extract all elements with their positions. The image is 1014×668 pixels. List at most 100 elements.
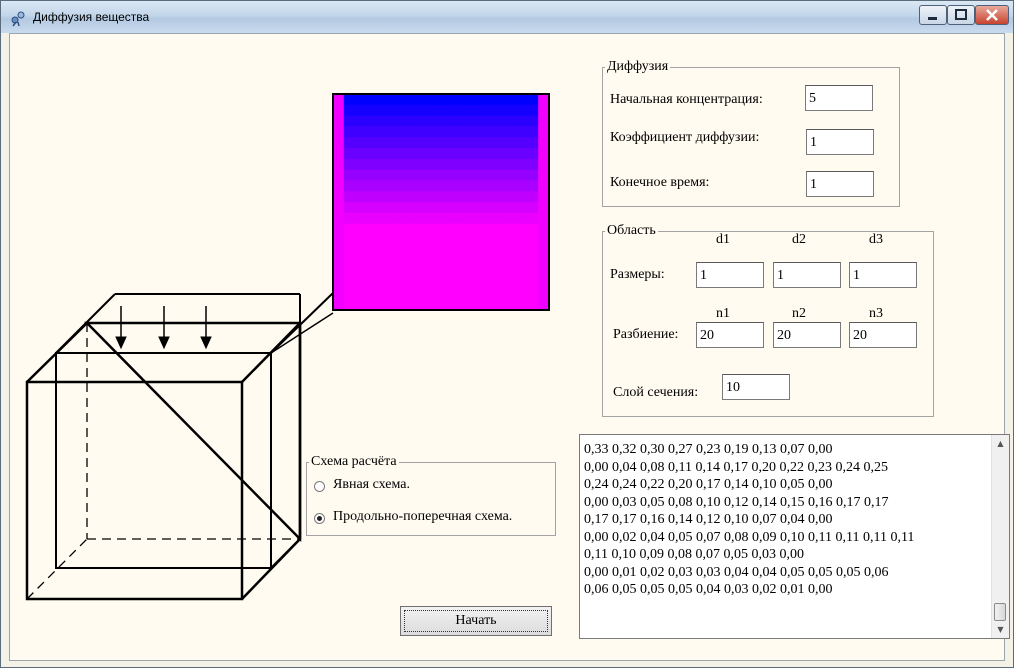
minimize-button[interactable]: [919, 5, 947, 25]
size-d3-input[interactable]: 1: [849, 262, 917, 288]
explicit-scheme-label[interactable]: Явная схема.: [333, 477, 410, 493]
heatmap-cell: [333, 148, 345, 160]
partition-n1-input[interactable]: 20: [696, 322, 764, 348]
diffusion-coefficient-input[interactable]: 1: [806, 129, 874, 155]
results-scrollbar[interactable]: ▲ ▼: [991, 435, 1009, 638]
heatmap-cell: [451, 180, 464, 192]
heatmap-cell: [505, 288, 518, 300]
heatmap-cell: [473, 94, 485, 106]
title-bar[interactable]: Диффузия вещества: [1, 1, 1013, 33]
heatmap-cell: [516, 288, 528, 300]
close-button[interactable]: [975, 5, 1009, 25]
heatmap-cell: [505, 137, 518, 149]
heatmap-cell: [354, 202, 366, 214]
partition-n2-input[interactable]: 20: [773, 322, 841, 348]
heatmap-cell: [473, 148, 485, 160]
heatmap-cell: [462, 245, 474, 257]
heatmap-cell: [365, 115, 377, 127]
window-title: Диффузия вещества: [33, 10, 150, 24]
heatmap-cell: [462, 191, 474, 203]
heatmap-cell: [538, 169, 550, 181]
scroll-up-icon[interactable]: ▲: [992, 435, 1009, 452]
heatmap-cell: [441, 158, 453, 171]
heatmap-cell: [397, 266, 410, 279]
heatmap-cell: [397, 169, 410, 181]
heatmap-cell: [343, 212, 356, 225]
heatmap-cell: [473, 277, 485, 289]
size-d2-input[interactable]: 1: [773, 262, 841, 288]
heatmap-cell: [473, 223, 485, 235]
scroll-thumb[interactable]: [994, 603, 1006, 621]
heatmap-cell: [538, 180, 550, 192]
heatmap-cell: [408, 202, 420, 214]
heatmap-cell: [451, 266, 464, 279]
heatmap-cell: [376, 169, 388, 181]
heatmap-cell: [505, 266, 518, 279]
heatmap-cell: [365, 212, 377, 225]
heatmap-cell: [333, 180, 345, 192]
heatmap-cell: [397, 104, 410, 117]
heatmap-cell: [354, 137, 366, 149]
size-d1-input[interactable]: 1: [696, 262, 764, 288]
adi-scheme-radio[interactable]: [314, 513, 325, 524]
heatmap-cell: [397, 245, 410, 257]
heatmap-cell: [441, 137, 453, 149]
heatmap-cell: [387, 180, 399, 192]
heatmap-cell: [516, 158, 528, 171]
heatmap-cell: [484, 137, 496, 149]
heatmap-cell: [441, 126, 453, 138]
initial-concentration-input[interactable]: 5: [805, 85, 873, 111]
heatmap-cell: [516, 299, 528, 311]
results-line: 0,06 0,05 0,05 0,05 0,04 0,03 0,02 0,01 …: [584, 582, 833, 597]
heatmap-cell: [430, 277, 442, 289]
heatmap-cell: [441, 223, 453, 235]
main-window: Диффузия вещества Диффузия Начальная кон…: [0, 0, 1014, 668]
heatmap-cell: [462, 223, 474, 235]
results-line: 0,00 0,03 0,05 0,08 0,10 0,12 0,14 0,15 …: [584, 494, 889, 510]
explicit-scheme-radio[interactable]: [314, 481, 325, 492]
heatmap-cell: [484, 169, 496, 181]
heatmap-cell: [462, 277, 474, 289]
results-textbox[interactable]: 0,33 0,32 0,30 0,27 0,23 0,19 0,13 0,07 …: [579, 434, 1010, 639]
heatmap-cell: [333, 277, 345, 289]
heatmap-cell: [473, 126, 485, 138]
scroll-down-icon[interactable]: ▼: [992, 621, 1009, 638]
section-layer-input[interactable]: 10: [722, 374, 790, 400]
heatmap-cell: [376, 126, 388, 138]
heatmap-cell: [387, 223, 399, 235]
results-line: 0,24 0,24 0,22 0,20 0,17 0,14 0,10 0,05 …: [584, 477, 833, 492]
heatmap-cell: [387, 212, 399, 225]
heatmap-cell: [484, 148, 496, 160]
start-button[interactable]: Начать: [400, 606, 552, 636]
heatmap-cell: [484, 212, 496, 225]
partition-n3-input[interactable]: 20: [849, 322, 917, 348]
heatmap-cell: [333, 245, 345, 257]
heatmap-cell: [527, 191, 539, 203]
heatmap-cell: [354, 288, 366, 300]
heatmap-cell: [430, 266, 442, 279]
heatmap-cell: [365, 223, 377, 235]
heatmap-cell: [333, 158, 345, 171]
heatmap-cell: [495, 299, 507, 311]
heatmap-cell: [376, 158, 388, 171]
heatmap-cell: [365, 256, 377, 268]
heatmap-cell: [430, 256, 442, 268]
heatmap-cell: [451, 148, 464, 160]
heatmap-cell: [441, 288, 453, 300]
heatmap-cell: [462, 202, 474, 214]
heatmap-cell: [462, 104, 474, 117]
end-time-input[interactable]: 1: [806, 171, 874, 197]
heatmap-cell: [495, 137, 507, 149]
heatmap-cell: [538, 158, 550, 171]
heatmap-cell: [462, 137, 474, 149]
heatmap-cell: [365, 104, 377, 117]
heatmap-cell: [419, 148, 431, 160]
heatmap-cell: [387, 126, 399, 138]
heatmap-cell: [408, 256, 420, 268]
heatmap-cell: [527, 245, 539, 257]
heatmap-cell: [343, 148, 356, 160]
heatmap-cell: [451, 256, 464, 268]
maximize-button[interactable]: [947, 5, 975, 25]
heatmap-cell: [505, 234, 518, 246]
adi-scheme-label[interactable]: Продольно-поперечная схема.: [333, 509, 512, 525]
